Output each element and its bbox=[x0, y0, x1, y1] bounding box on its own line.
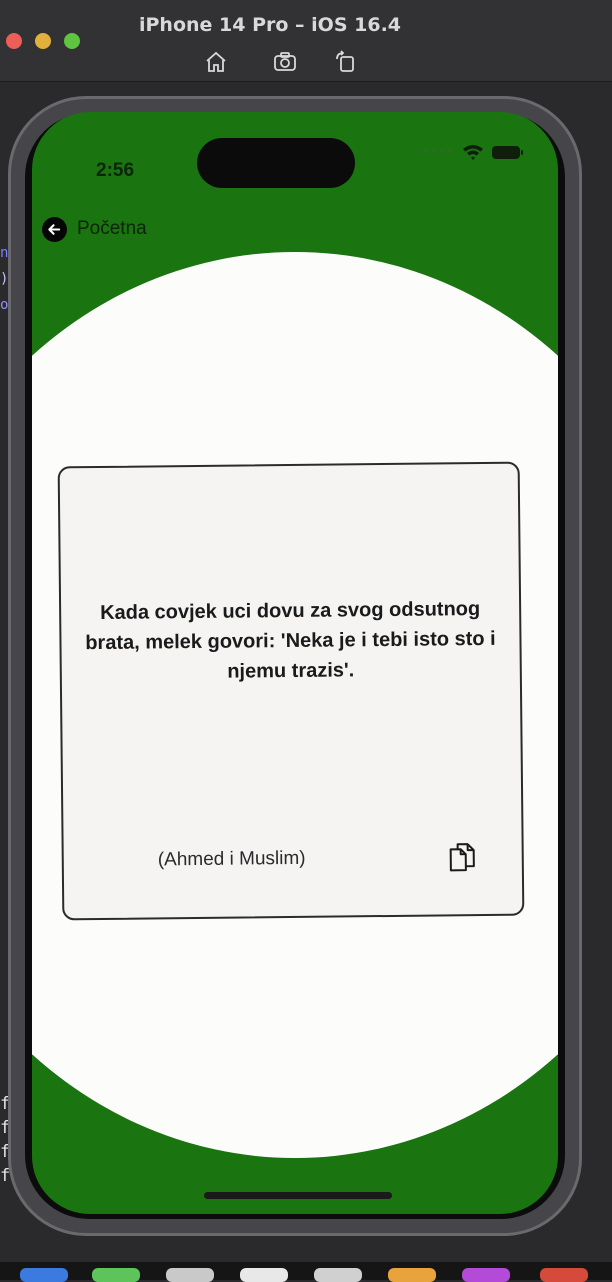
home-button[interactable] bbox=[202, 48, 230, 76]
copy-button[interactable] bbox=[446, 838, 478, 874]
copy-icon bbox=[449, 843, 475, 872]
signal-icon: •••• bbox=[421, 145, 454, 159]
arrow-left-icon bbox=[42, 216, 67, 242]
wifi-icon bbox=[462, 143, 484, 161]
quote-text: Kada covjek uci dovu za svog odsutnog br… bbox=[85, 598, 496, 683]
status-icons: •••• bbox=[421, 142, 523, 162]
quote-card: Kada covjek uci dovu za svog odsutnog br… bbox=[57, 461, 525, 921]
simulator-title: iPhone 14 Pro – iOS 16.4 bbox=[138, 14, 402, 36]
screenshot-icon bbox=[274, 52, 296, 71]
dynamic-island bbox=[197, 138, 355, 188]
status-time: 2:56 bbox=[96, 160, 135, 181]
home-indicator[interactable] bbox=[204, 1192, 392, 1199]
back-label: Početna bbox=[77, 218, 147, 239]
battery-icon bbox=[492, 145, 523, 159]
rotate-icon bbox=[336, 50, 354, 72]
back-button[interactable]: Početna bbox=[42, 216, 147, 242]
simulator-titlebar: iPhone 14 Pro – iOS 16.4 bbox=[0, 0, 612, 82]
home-icon bbox=[206, 51, 226, 72]
quote-source: (Ahmed i Muslim) bbox=[157, 847, 306, 871]
phone-screen: 2:56 •••• Početna Kada covjek uci dovu z… bbox=[32, 112, 558, 1214]
rotate-button[interactable] bbox=[332, 48, 360, 76]
screenshot-button[interactable] bbox=[271, 48, 299, 76]
